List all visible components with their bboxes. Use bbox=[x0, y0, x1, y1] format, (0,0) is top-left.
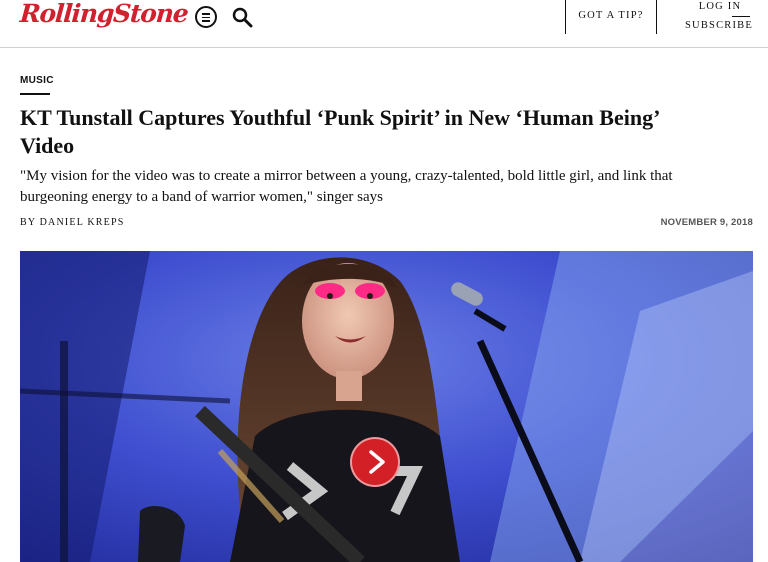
article-dek: "My vision for the video was to create a… bbox=[20, 168, 673, 205]
menu-button[interactable] bbox=[195, 6, 217, 28]
video-player[interactable] bbox=[20, 251, 753, 562]
video-thumbnail bbox=[20, 251, 753, 562]
subscribe-link[interactable]: SUBSCRIBE bbox=[677, 20, 761, 31]
site-logo[interactable]: RollingStone bbox=[19, 0, 189, 28]
play-icon bbox=[369, 450, 385, 474]
search-button[interactable] bbox=[231, 6, 255, 30]
login-link[interactable]: LOG IN bbox=[685, 1, 755, 12]
category-underline bbox=[20, 93, 50, 95]
article-headline: KT Tunstall Captures Youthful ‘Punk Spir… bbox=[20, 105, 659, 158]
search-icon bbox=[232, 7, 253, 28]
play-button[interactable] bbox=[350, 437, 400, 487]
account-divider bbox=[732, 16, 750, 17]
article-date: NOVEMBER 9, 2018 bbox=[660, 217, 753, 228]
article-byline[interactable]: BY DANIEL KREPS bbox=[20, 217, 124, 228]
header-divider-right bbox=[656, 0, 657, 34]
article-category[interactable]: MUSIC bbox=[20, 75, 54, 86]
got-a-tip-link[interactable]: GOT A TIP? bbox=[566, 10, 656, 21]
site-header: RollingStone GOT A TIP? LOG IN SUBSCRIBE bbox=[0, 0, 768, 48]
